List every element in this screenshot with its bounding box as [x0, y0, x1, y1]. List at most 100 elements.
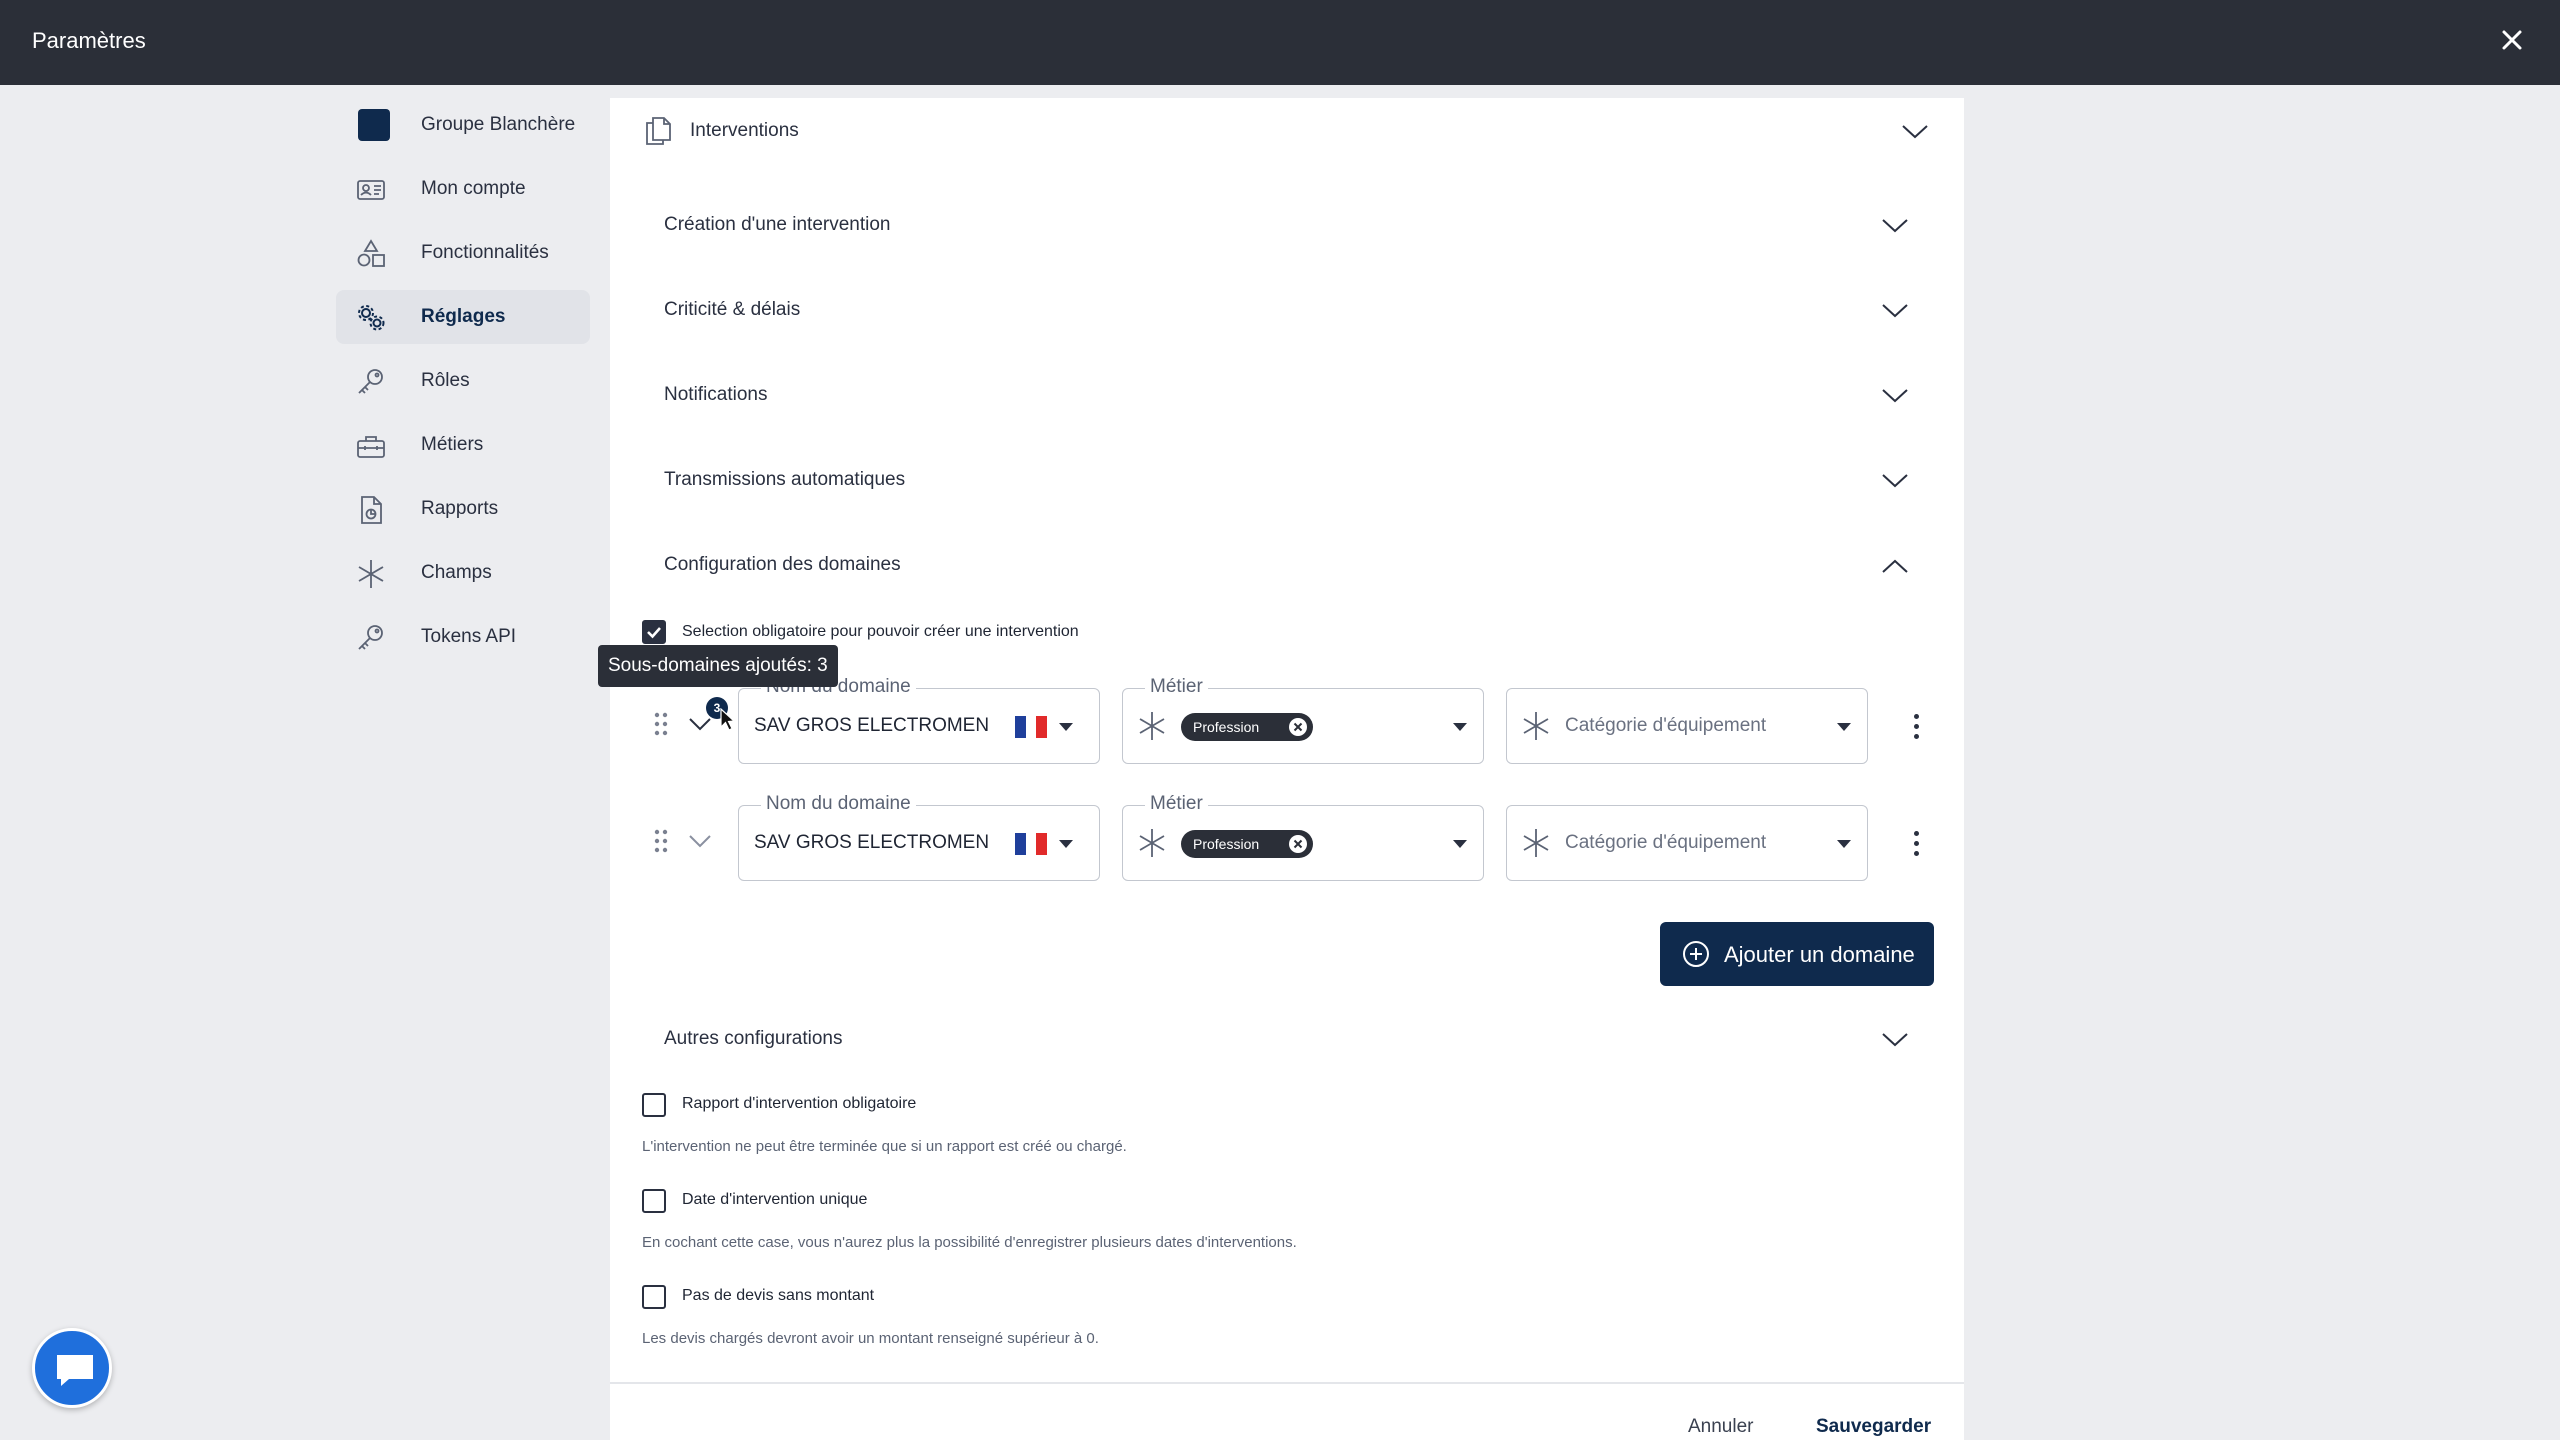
devis-sans-montant-checkbox[interactable] [642, 1285, 666, 1309]
chevron-down-icon [1882, 474, 1908, 488]
section-title: Configuration des domaines [664, 554, 901, 575]
section-criticite[interactable]: Criticité & délais [610, 281, 1964, 341]
categorie-placeholder: Catégorie d'équipement [1565, 715, 1767, 736]
sidebar-item-label: Champs [421, 562, 492, 583]
section-notifications[interactable]: Notifications [610, 366, 1964, 426]
option-help: Les devis chargés devront avoir un monta… [642, 1330, 1099, 1347]
organization-logo [358, 109, 390, 141]
metier-field[interactable]: Métier Profession [1122, 793, 1484, 881]
option-help: En cochant cette case, vous n'aurez plus… [642, 1234, 1297, 1251]
expand-subdomains-icon[interactable] [688, 716, 712, 732]
caret-down-icon [1837, 840, 1851, 848]
row-menu-icon[interactable] [1912, 831, 1920, 857]
option-help: L'intervention ne peut être terminée que… [642, 1138, 1127, 1155]
section-domaines[interactable]: Configuration des domaines [610, 536, 1964, 596]
section-autres[interactable]: Autres configurations [610, 1010, 1964, 1070]
categorie-placeholder: Catégorie d'équipement [1565, 832, 1767, 853]
chevron-down-icon[interactable] [1900, 122, 1930, 142]
option-label: Date d'intervention unique [682, 1191, 868, 1208]
metier-field[interactable]: Métier Profession [1122, 676, 1484, 764]
sidebar-item-label: Métiers [421, 434, 484, 455]
drag-handle-icon[interactable] [654, 712, 668, 736]
profession-chip: Profession [1181, 713, 1313, 741]
sidebar-item-roles[interactable]: Rôles [336, 354, 590, 408]
asterisk-icon [1523, 712, 1549, 740]
sidebar-item-label: Groupe Blanchère [421, 114, 576, 135]
remove-chip-icon[interactable] [1289, 718, 1307, 736]
date-unique-checkbox[interactable] [642, 1189, 666, 1213]
sidebar-item-label: Rapports [421, 498, 499, 519]
section-title: Autres configurations [664, 1028, 843, 1049]
domain-name-field[interactable]: Nom du domaine SAV GROS ELECTROMEN [738, 676, 1100, 764]
mandatory-selection-checkbox[interactable] [642, 620, 666, 644]
france-flag-icon [1015, 716, 1048, 738]
expand-subdomains-icon[interactable] [688, 833, 712, 849]
chat-support-button[interactable] [32, 1328, 112, 1408]
chevron-down-icon [1882, 219, 1908, 233]
asterisk-icon [1139, 829, 1165, 857]
save-button[interactable]: Sauvegarder [1816, 1416, 1931, 1438]
sidebar-item-label: Fonctionnalités [421, 242, 549, 263]
toolbox-icon [357, 436, 385, 458]
field-label: Métier [1145, 793, 1208, 815]
sidebar-item-reglages[interactable]: Réglages [336, 290, 590, 344]
categorie-equipement-field[interactable]: Catégorie d'équipement [1506, 805, 1868, 881]
id-card-icon [357, 180, 385, 200]
remove-chip-icon[interactable] [1289, 835, 1307, 853]
sidebar-item-tokens-api[interactable]: Tokens API [336, 610, 590, 664]
row-menu-icon[interactable] [1912, 714, 1920, 740]
sidebar-item-mon-compte[interactable]: Mon compte [336, 162, 590, 216]
section-creation[interactable]: Création d'une intervention [610, 196, 1964, 256]
interventions-header[interactable]: Interventions [610, 98, 1964, 164]
page-title: Paramètres [32, 28, 146, 53]
rapport-obligatoire-checkbox[interactable] [642, 1093, 666, 1117]
chevron-down-icon [1882, 1033, 1908, 1047]
check-icon [647, 627, 661, 639]
sidebar-item-label: Réglages [421, 306, 506, 327]
interventions-panel: Interventions Création d'une interventio… [610, 98, 1964, 1440]
chevron-up-icon [1882, 559, 1908, 573]
chip-label: Profession [1193, 836, 1260, 852]
section-title: Création d'une intervention [664, 214, 891, 235]
settings-sidebar: Groupe Blanchère Mon compte Fonctionnali… [336, 98, 590, 674]
sidebar-item-rapports[interactable]: Rapports [336, 482, 590, 536]
plus-circle-icon [1683, 941, 1709, 967]
report-icon [361, 496, 382, 524]
drag-handle-icon[interactable] [654, 829, 668, 853]
section-title: Transmissions automatiques [664, 469, 906, 490]
add-domain-button[interactable]: Ajouter un domaine [1660, 922, 1934, 986]
panel-title: Interventions [690, 120, 799, 141]
gears-icon [358, 305, 385, 331]
domain-name-field[interactable]: Nom du domaine SAV GROS ELECTROMEN [738, 793, 1100, 881]
sidebar-item-organization[interactable]: Groupe Blanchère [336, 98, 590, 152]
sidebar-item-fonctionnalites[interactable]: Fonctionnalités [336, 226, 590, 280]
close-icon[interactable] [2494, 22, 2530, 58]
cancel-button[interactable]: Annuler [1688, 1416, 1754, 1438]
key-icon [358, 625, 383, 650]
section-title: Notifications [664, 384, 768, 405]
asterisk-icon [1139, 712, 1165, 740]
sidebar-item-label: Tokens API [421, 626, 517, 647]
domain-name-value: SAV GROS ELECTROMEN [754, 832, 990, 853]
sidebar-item-metiers[interactable]: Métiers [336, 418, 590, 472]
section-transmissions[interactable]: Transmissions automatiques [610, 451, 1964, 511]
settings-header: Paramètres [0, 0, 2560, 85]
mandatory-selection-label: Selection obligatoire pour pouvoir créer… [682, 623, 1079, 640]
add-domain-label: Ajouter un domaine [1724, 942, 1915, 967]
sidebar-item-label: Rôles [421, 370, 470, 391]
option-label: Pas de devis sans montant [682, 1287, 875, 1304]
chip-label: Profession [1193, 719, 1260, 735]
subdomains-tooltip: Sous-domaines ajoutés: 3 [598, 645, 838, 687]
sidebar-item-label: Mon compte [421, 178, 526, 199]
domain-name-value: SAV GROS ELECTROMEN [754, 715, 990, 736]
sidebar-item-champs[interactable]: Champs [336, 546, 590, 600]
section-title: Criticité & délais [664, 299, 801, 320]
key-icon [358, 369, 383, 394]
caret-down-icon [1059, 723, 1073, 731]
asterisk-icon [358, 560, 384, 588]
caret-down-icon [1059, 840, 1073, 848]
categorie-equipement-field[interactable]: Catégorie d'équipement [1506, 688, 1868, 764]
chat-bubble-icon [57, 1355, 93, 1386]
copy-document-icon [646, 117, 671, 145]
option-label: Rapport d'intervention obligatoire [682, 1095, 917, 1112]
